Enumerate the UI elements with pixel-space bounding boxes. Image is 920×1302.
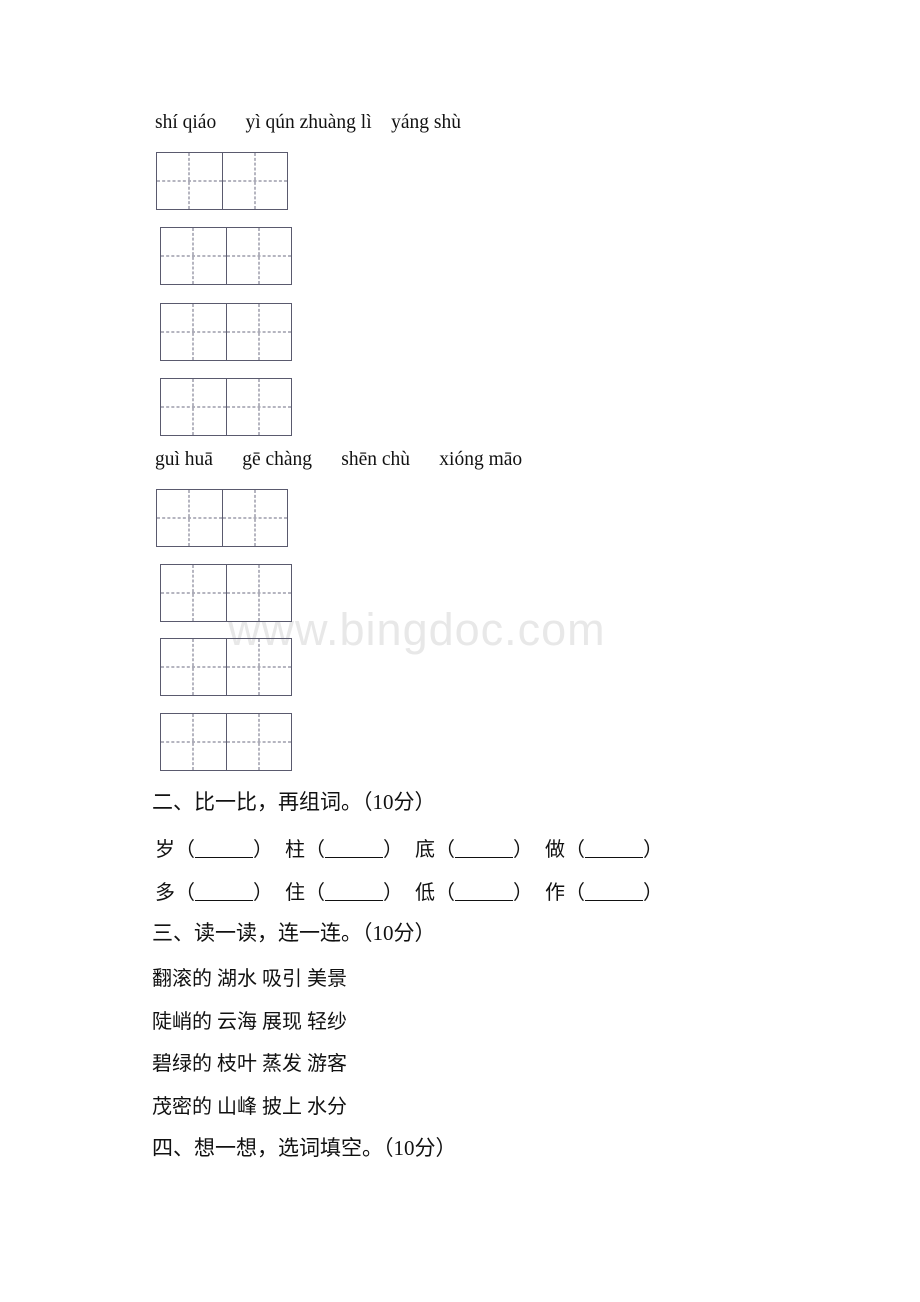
match-row-2[interactable]: 陡峭的 云海 展现 轻纱 <box>152 1005 347 1034</box>
cizu-item[interactable]: 作（ ） <box>545 876 663 905</box>
cizu-char: 岁 <box>155 839 175 861</box>
writing-grid-1-3[interactable] <box>160 303 292 361</box>
worksheet-content: shí qiáo yì qún zhuàng lì yáng shù guì h… <box>0 0 920 1302</box>
cizu-char: 柱 <box>285 839 305 861</box>
paren-close: ） <box>513 882 533 904</box>
match-row-1[interactable]: 翻滚的 湖水 吸引 美景 <box>152 962 347 991</box>
cizu-item[interactable]: 岁（ ） <box>155 833 273 862</box>
cizu-item[interactable]: 多（ ） <box>155 876 273 905</box>
cizu-item[interactable]: 做（ ） <box>545 833 663 862</box>
grid-cell[interactable] <box>221 153 288 209</box>
cizu-blank[interactable] <box>585 900 643 901</box>
section-heading-two: 二、比一比，再组词。（10分） <box>152 790 436 814</box>
writing-grid-2-2[interactable] <box>160 564 292 622</box>
grid-cell[interactable] <box>225 565 292 621</box>
section-heading-four: 四、想一想，选词填空。（10分） <box>152 1136 457 1160</box>
paren-open: （ <box>175 839 195 861</box>
paren-open: （ <box>175 882 195 904</box>
cizu-blank[interactable] <box>325 857 383 858</box>
paren-close: ） <box>383 839 403 861</box>
paren-open: （ <box>565 839 585 861</box>
paren-open: （ <box>565 882 585 904</box>
match-row-3[interactable]: 碧绿的 枝叶 蒸发 游客 <box>152 1047 347 1076</box>
grid-cell[interactable] <box>225 379 292 435</box>
cizu-item[interactable]: 低（ ） <box>415 876 533 905</box>
cizu-char: 低 <box>415 882 435 904</box>
grid-cell[interactable] <box>225 228 292 284</box>
cizu-char: 作 <box>545 882 565 904</box>
grid-cell[interactable] <box>161 639 226 695</box>
cizu-char: 住 <box>285 882 305 904</box>
grid-cell[interactable] <box>225 304 292 360</box>
grid-cell[interactable] <box>157 153 222 209</box>
paren-close: ） <box>513 839 533 861</box>
grid-cell[interactable] <box>161 228 226 284</box>
cizu-item[interactable]: 柱（ ） <box>285 833 403 862</box>
pinyin-prompt-group-2: guì huā gē chàng shēn chù xióng māo <box>155 449 523 470</box>
cizu-row-2: 多（）住（）低（）作（） <box>155 876 663 905</box>
grid-cell[interactable] <box>161 379 226 435</box>
paren-close: ） <box>253 882 273 904</box>
paren-close: ） <box>643 882 663 904</box>
writing-grid-2-1[interactable] <box>156 489 288 547</box>
grid-cell[interactable] <box>221 490 288 546</box>
writing-grid-1-1[interactable] <box>156 152 288 210</box>
paren-open: （ <box>305 882 325 904</box>
writing-grid-2-4[interactable] <box>160 713 292 771</box>
cizu-blank[interactable] <box>325 900 383 901</box>
cizu-blank[interactable] <box>195 900 253 901</box>
paren-close: ） <box>253 839 273 861</box>
cizu-item[interactable]: 住（ ） <box>285 876 403 905</box>
grid-cell[interactable] <box>157 490 222 546</box>
writing-grid-1-4[interactable] <box>160 378 292 436</box>
match-row-4[interactable]: 茂密的 山峰 披上 水分 <box>152 1090 347 1119</box>
writing-grid-1-2[interactable] <box>160 227 292 285</box>
paren-close: ） <box>383 882 403 904</box>
paren-close: ） <box>643 839 663 861</box>
writing-grid-2-3[interactable] <box>160 638 292 696</box>
cizu-char: 底 <box>415 839 435 861</box>
cizu-blank[interactable] <box>455 857 513 858</box>
cizu-blank[interactable] <box>195 857 253 858</box>
cizu-char: 做 <box>545 839 565 861</box>
pinyin-prompt-group-1: shí qiáo yì qún zhuàng lì yáng shù <box>155 112 462 133</box>
section-heading-three: 三、读一读，连一连。（10分） <box>152 921 436 945</box>
paren-open: （ <box>435 839 455 861</box>
grid-cell[interactable] <box>161 714 226 770</box>
cizu-blank[interactable] <box>585 857 643 858</box>
cizu-blank[interactable] <box>455 900 513 901</box>
grid-cell[interactable] <box>161 304 226 360</box>
grid-cell[interactable] <box>225 639 292 695</box>
paren-open: （ <box>305 839 325 861</box>
grid-cell[interactable] <box>161 565 226 621</box>
cizu-char: 多 <box>155 882 175 904</box>
cizu-item[interactable]: 底（ ） <box>415 833 533 862</box>
cizu-row-1: 岁（）柱（）底（）做（） <box>155 833 663 862</box>
paren-open: （ <box>435 882 455 904</box>
worksheet-page: www.bingdoc.com shí qiáo yì qún zhuàng l… <box>0 0 920 1302</box>
grid-cell[interactable] <box>225 714 292 770</box>
